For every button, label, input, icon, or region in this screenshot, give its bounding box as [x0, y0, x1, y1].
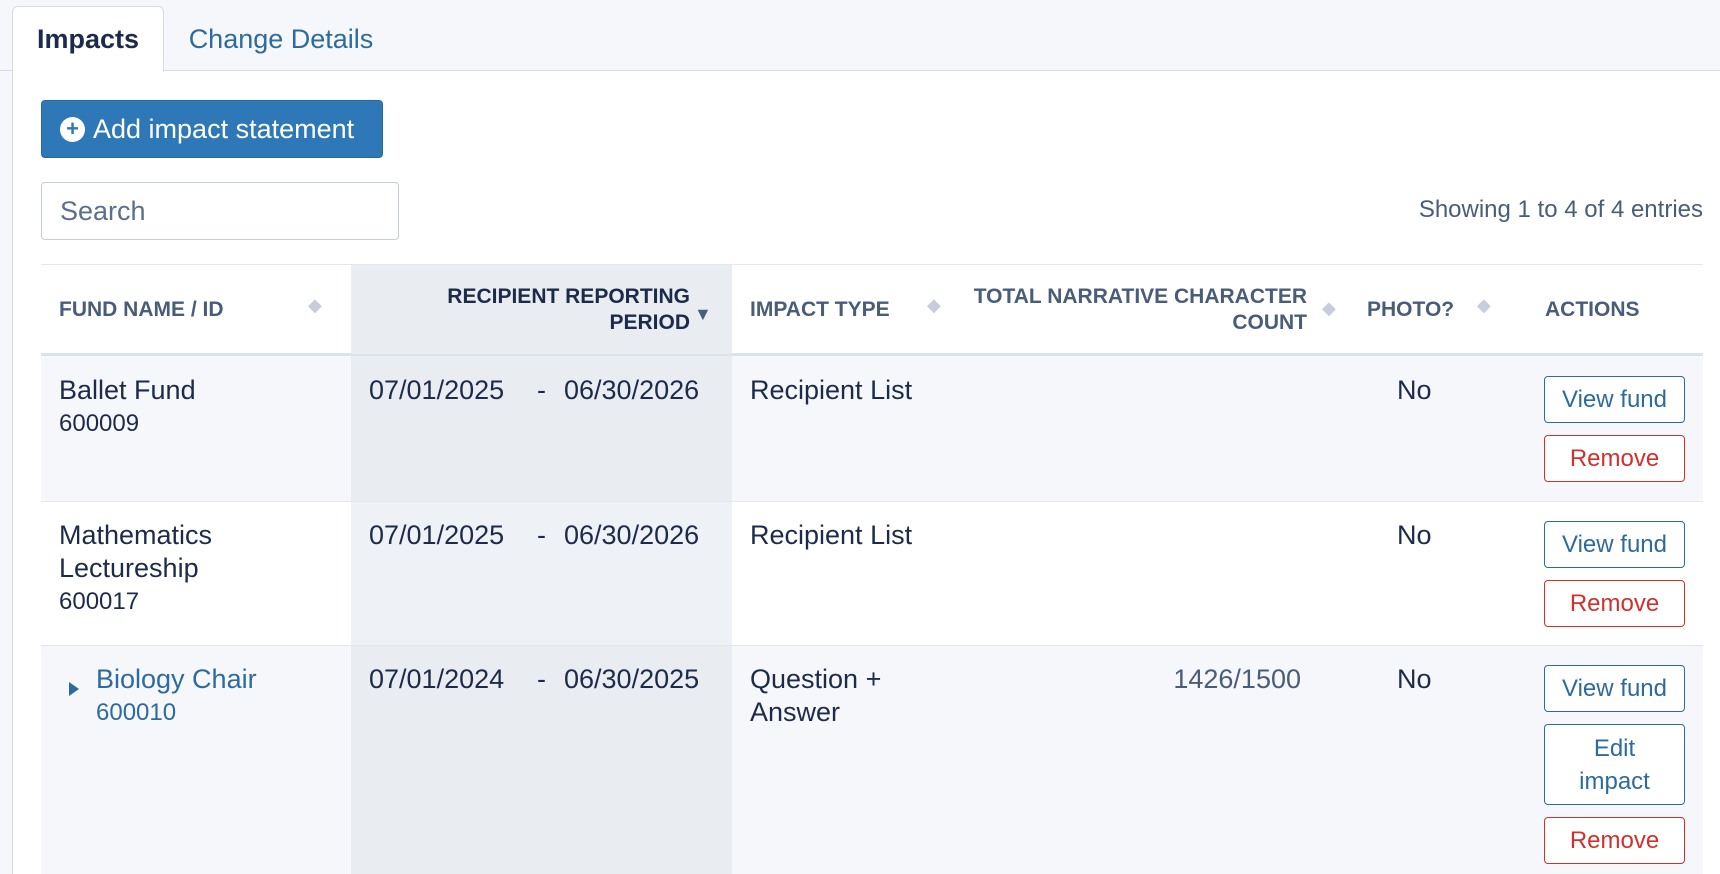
edit-impact-button[interactable]: Edit impact [1544, 724, 1685, 805]
entries-count: Showing 1 to 4 of 4 entries [1418, 196, 1703, 223]
photo-value: No [1397, 375, 1432, 405]
sort-desc-icon: ▼ [694, 304, 712, 324]
view-fund-button[interactable]: View fund [1544, 521, 1685, 568]
table-row: Ballet Fund 600009 07/01/2025 - 06/30/20… [41, 356, 1703, 502]
column-header-reporting-period[interactable]: RECIPIENT REPORTING PERIOD ▼ [351, 265, 732, 354]
fund-id: 600017 [59, 588, 140, 615]
plus-circle-icon: + [60, 116, 85, 142]
fund-id: 600009 [59, 410, 140, 437]
impact-type: Question + Answer [750, 664, 882, 727]
period-start: 07/01/2024 [369, 664, 505, 694]
impacts-table: FUND NAME / ID ◆ RECIPIENT REPORTING PER… [41, 264, 1703, 874]
view-fund-button[interactable]: View fund [1544, 376, 1685, 423]
period-separator: - [537, 664, 546, 694]
impact-type: Recipient List [750, 375, 913, 405]
tab-bar: Impacts Change Details [0, 0, 1720, 72]
column-header-actions: ACTIONS [1545, 297, 1640, 321]
add-impact-statement-button[interactable]: + Add impact statement [41, 100, 383, 158]
add-impact-statement-label: Add impact statement [93, 113, 355, 144]
photo-value: No [1397, 664, 1432, 694]
column-header-char-count[interactable]: TOTAL NARRATIVE CHARACTER COUNT ◆ [942, 265, 1349, 354]
period-separator: - [537, 520, 546, 550]
impact-type: Recipient List [750, 520, 913, 550]
period-end: 06/30/2025 [564, 664, 700, 694]
fund-id: 600010 [96, 699, 177, 726]
table-row: Biology Chair 600010 07/01/2024 - 06/30/… [41, 646, 1703, 874]
search-input[interactable] [41, 182, 399, 240]
remove-button[interactable]: Remove [1544, 580, 1685, 627]
column-header-impact-type[interactable]: IMPACT TYPE ◆ [732, 265, 942, 354]
table-header: FUND NAME / ID ◆ RECIPIENT REPORTING PER… [41, 264, 1703, 356]
sort-icon: ◆ [1322, 298, 1336, 318]
view-fund-button[interactable]: View fund [1544, 665, 1685, 712]
period-end: 06/30/2026 [564, 520, 700, 550]
tab-change-details[interactable]: Change Details [176, 6, 386, 72]
fund-name-cell: Mathematics Lectureship 600017 [59, 519, 329, 618]
sort-icon: ◆ [308, 295, 322, 315]
fund-name: Mathematics Lectureship [59, 520, 213, 583]
char-count: 1426/1500 [1173, 664, 1301, 694]
fund-name: Ballet Fund [59, 375, 196, 405]
table-row: Mathematics Lectureship 600017 07/01/202… [41, 502, 1703, 646]
photo-value: No [1397, 520, 1432, 550]
period-start: 07/01/2025 [369, 375, 505, 405]
column-header-fund-name[interactable]: FUND NAME / ID ◆ [41, 265, 351, 354]
fund-name[interactable]: Biology Chair [96, 664, 257, 694]
period-separator: - [537, 375, 546, 405]
sort-icon: ◆ [1477, 295, 1491, 315]
fund-name-cell[interactable]: Biology Chair 600010 [96, 663, 257, 729]
column-header-photo[interactable]: PHOTO? ◆ [1349, 265, 1499, 354]
period-end: 06/30/2026 [564, 375, 700, 405]
period-start: 07/01/2025 [369, 520, 505, 550]
remove-button[interactable]: Remove [1544, 435, 1685, 482]
sort-icon: ◆ [927, 295, 941, 315]
caret-right-icon[interactable] [69, 682, 79, 696]
remove-button[interactable]: Remove [1544, 817, 1685, 864]
tab-impacts[interactable]: Impacts [12, 6, 164, 72]
fund-name-cell: Ballet Fund 600009 [59, 374, 196, 440]
